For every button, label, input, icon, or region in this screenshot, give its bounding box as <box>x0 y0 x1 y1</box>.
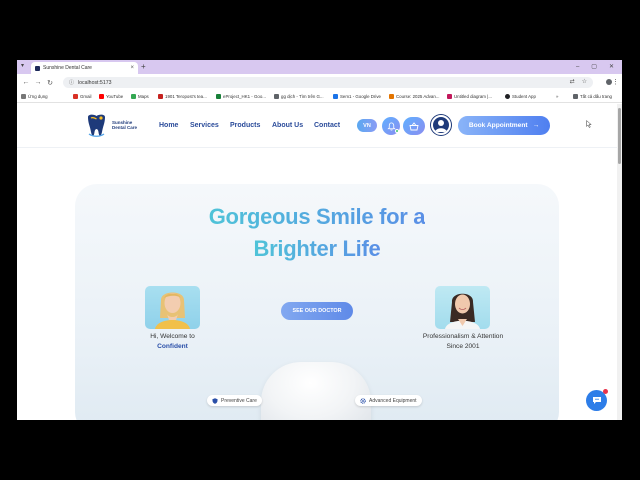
mouse-cursor-icon <box>586 120 592 128</box>
bookmark-item[interactable]: Gmail <box>73 94 91 99</box>
tab-search-icon[interactable]: ▾ <box>21 62 24 69</box>
browser-tab[interactable]: Sunshine Dental Care × <box>31 62 138 74</box>
google-icon <box>274 94 279 99</box>
close-tab-icon[interactable]: × <box>130 65 134 71</box>
preventive-care-label: Preventive Care <box>221 397 257 404</box>
confident-text: Confident <box>157 343 188 350</box>
arrow-right-icon: → <box>532 122 540 129</box>
gear-icon <box>360 397 366 404</box>
nav-home[interactable]: Home <box>159 122 178 129</box>
address-bar-row: ← → ↻ ⓘ localhost:5173 ⇄ ☆ ⋮ <box>17 74 622 91</box>
tab-title: Sunshine Dental Care <box>43 65 92 71</box>
course-icon <box>389 94 394 99</box>
browser-menu-icon[interactable]: ⋮ <box>612 78 619 86</box>
hero-title-line2: Brighter Life <box>17 236 617 262</box>
gmail-icon <box>73 94 78 99</box>
language-toggle[interactable]: VN <box>357 119 377 132</box>
tooth-image <box>261 362 371 420</box>
bookmark-item[interactable]: Ứng dụng <box>21 94 48 99</box>
bookmark-favicon-icon <box>158 94 163 99</box>
nav-products[interactable]: Products <box>230 122 260 129</box>
see-our-doctor-button[interactable]: SEE OUR DOCTOR <box>281 302 353 320</box>
advanced-equipment-chip: Advanced Equipment <box>355 395 422 406</box>
reload-icon[interactable]: ↻ <box>44 79 56 87</box>
folder-icon <box>573 94 578 99</box>
basket-icon <box>409 121 419 130</box>
window-controls: – ▢ ✕ <box>576 61 614 73</box>
doctor-portrait-image <box>155 292 190 329</box>
book-appointment-button[interactable]: Book Appointment → <box>458 116 550 135</box>
drive-icon <box>333 94 338 99</box>
tab-bar: ▾ Sunshine Dental Care × + – ▢ ✕ <box>17 60 622 74</box>
bookmark-item[interactable]: Sem1 - Google Drive <box>333 94 381 99</box>
shield-icon <box>212 397 218 404</box>
page-scrollbar[interactable] <box>617 104 622 420</box>
doctor-photo-left <box>145 286 200 329</box>
youtube-icon <box>99 94 104 99</box>
page: Sunshine Dental Care Home Services Produ… <box>17 104 622 420</box>
bookmark-item[interactable]: Maps <box>131 94 149 99</box>
book-appointment-label: Book Appointment <box>468 122 528 129</box>
since-text: Since 2001 <box>446 343 480 350</box>
all-bookmarks-button[interactable]: Tất cả dấu trang <box>573 94 612 99</box>
github-icon <box>505 94 510 99</box>
professionalism-text: Professionalism & Attention <box>422 333 504 340</box>
bookmark-star-icon[interactable]: ☆ <box>582 78 587 85</box>
maps-icon <box>131 94 136 99</box>
user-icon <box>435 120 447 132</box>
doctor-photo-right <box>435 286 490 329</box>
browser-window: ▾ Sunshine Dental Care × + – ▢ ✕ ← → ↻ ⓘ… <box>17 60 622 420</box>
back-icon[interactable]: ← <box>20 79 32 86</box>
bookmark-item[interactable]: eProject_HK1 - Goo... <box>216 94 266 99</box>
screen: ▾ Sunshine Dental Care × + – ▢ ✕ ← → ↻ ⓘ… <box>0 0 640 480</box>
bell-icon <box>386 121 396 130</box>
nav-about-us[interactable]: About Us <box>272 122 303 129</box>
welcome-caption: Hi, Welcome to Confident <box>135 332 210 352</box>
bookmarks-bar: Ứng dụng Gmail YouTube Maps 1901 Teropos… <box>17 91 622 103</box>
chat-notification-dot <box>603 389 608 394</box>
site-info-icon[interactable]: ⓘ <box>69 79 74 86</box>
drive-icon <box>216 94 221 99</box>
more-bookmarks-button[interactable]: » <box>556 94 558 99</box>
forward-icon[interactable]: → <box>32 79 44 86</box>
chat-button[interactable] <box>586 389 608 411</box>
hero-title-part2: Brighter Life <box>253 236 381 261</box>
tooth-logo-icon[interactable] <box>86 114 107 138</box>
cart-button[interactable] <box>403 117 425 135</box>
bookmark-item[interactable]: YouTube <box>99 94 123 99</box>
tooth-favicon-icon <box>35 65 40 71</box>
notifications-button[interactable] <box>382 117 400 135</box>
url-field[interactable]: ⓘ localhost:5173 ⇄ ☆ <box>63 77 593 88</box>
bookmark-item[interactable]: 1901 Teropost's tea... <box>158 94 207 99</box>
bookmark-item[interactable]: Course: 2025 Advan... <box>389 94 439 99</box>
preventive-care-chip: Preventive Care <box>207 395 262 406</box>
doctor-portrait-image <box>445 293 480 329</box>
notification-dot <box>395 129 399 133</box>
bookmark-item[interactable]: Untitled diagram |... <box>447 94 492 99</box>
bookmark-item[interactable]: Student App <box>505 94 536 99</box>
bookmark-item[interactable]: gg dịch - Tìm trên G... <box>274 94 324 99</box>
welcome-text: Hi, Welcome to <box>150 333 195 340</box>
hero-title-line1: Gorgeous Smile for a <box>17 204 617 230</box>
minimize-icon[interactable]: – <box>576 61 579 73</box>
brand-name: Sunshine Dental Care <box>112 120 138 130</box>
nav-services[interactable]: Services <box>190 122 219 129</box>
diagram-icon <box>447 94 452 99</box>
chat-icon <box>592 397 601 404</box>
window-close-icon[interactable]: ✕ <box>609 61 614 73</box>
site-header: Sunshine Dental Care Home Services Produ… <box>17 104 617 148</box>
omnibox-actions: ⇄ ☆ <box>570 78 587 85</box>
scrollbar-thumb[interactable] <box>618 108 621 164</box>
url-text: localhost:5173 <box>78 79 112 86</box>
new-tab-icon[interactable]: + <box>141 62 146 72</box>
maximize-icon[interactable]: ▢ <box>591 61 597 73</box>
hero-title-part1: Gorgeous Smile for a <box>208 204 426 229</box>
advanced-equipment-label: Advanced Equipment <box>369 397 417 404</box>
nav-contact[interactable]: Contact <box>314 122 340 129</box>
professionalism-caption: Professionalism & Attention Since 2001 <box>411 332 515 352</box>
user-avatar[interactable] <box>431 115 451 135</box>
apps-grid-icon <box>21 94 26 99</box>
translate-icon[interactable]: ⇄ <box>570 78 575 85</box>
